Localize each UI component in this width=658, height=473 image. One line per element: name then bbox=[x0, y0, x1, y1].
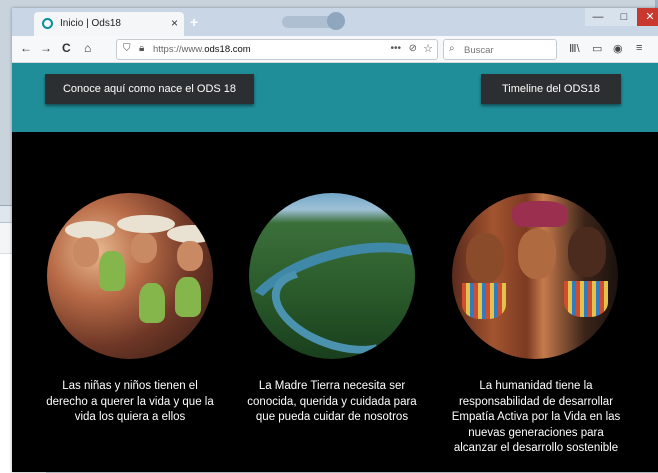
caption-earth: La Madre Tierra necesita ser conocida, q… bbox=[247, 380, 417, 423]
new-tab-button[interactable]: + bbox=[190, 14, 198, 30]
account-icon[interactable]: ◉ bbox=[613, 42, 623, 55]
timeline-button[interactable]: Timeline del ODS18 bbox=[481, 74, 621, 104]
tabbar-indicator bbox=[327, 12, 345, 30]
caption-children: Las niñas y niños tienen el derecho a qu… bbox=[46, 380, 214, 423]
close-window-button[interactable]: ✕ bbox=[637, 8, 658, 26]
shield-icon[interactable]: ⛉ bbox=[123, 43, 131, 54]
origin-ods18-button[interactable]: Conoce aquí como nace el ODS 18 bbox=[45, 74, 254, 104]
tab-title: Inicio | Ods18 bbox=[60, 18, 121, 29]
web-page: Conoce aquí como nace el ODS 18 Timeline… bbox=[12, 63, 658, 472]
search-icon: ⌕ bbox=[449, 43, 455, 54]
navigation-toolbar: ← → C ⌂ ⛉ 🔒︎ https://www.ods18.com ••• ⊘… bbox=[12, 36, 658, 63]
menu-icon[interactable]: ≡ bbox=[636, 42, 642, 54]
tab-inicio[interactable]: Inicio | Ods18 × bbox=[34, 12, 184, 36]
page-actions-button[interactable]: ••• bbox=[390, 43, 401, 54]
library-icon[interactable]: Ⅲ\ bbox=[569, 42, 580, 55]
search-box[interactable]: ⌕ bbox=[443, 39, 557, 60]
search-input[interactable] bbox=[462, 42, 554, 58]
minimize-button[interactable]: — bbox=[585, 8, 611, 26]
tab-close-icon[interactable]: × bbox=[171, 16, 178, 30]
pocket-icon[interactable]: ⊘ bbox=[409, 43, 417, 54]
lock-icon[interactable]: 🔒︎ bbox=[139, 43, 144, 54]
home-button[interactable]: ⌂ bbox=[84, 41, 91, 55]
back-button[interactable]: ← bbox=[20, 41, 32, 55]
site-favicon-icon bbox=[42, 18, 53, 29]
reload-button[interactable]: C bbox=[62, 41, 71, 55]
river-photo bbox=[249, 193, 415, 359]
hero-banner: Conoce aquí como nace el ODS 18 Timeline… bbox=[12, 63, 658, 132]
bookmark-star-icon[interactable]: ☆ bbox=[423, 42, 433, 55]
tab-bar: Inicio | Ods18 × + — □ ✕ bbox=[12, 8, 658, 36]
url-text[interactable]: https://www.ods18.com bbox=[153, 44, 251, 55]
forward-button[interactable]: → bbox=[40, 41, 52, 55]
caption-humanity: La humanidad tiene la responsabilidad de… bbox=[451, 380, 621, 454]
sidebar-icon[interactable]: ▭ bbox=[592, 42, 602, 55]
maximize-button[interactable]: □ bbox=[611, 8, 637, 26]
children-photo bbox=[47, 193, 213, 359]
url-bar[interactable]: ⛉ 🔒︎ https://www.ods18.com ••• ⊘ ☆ bbox=[116, 39, 438, 60]
people-photo bbox=[452, 193, 618, 359]
browser-window: Inicio | Ods18 × + — □ ✕ ← → C ⌂ ⛉ 🔒︎ ht… bbox=[12, 8, 658, 472]
